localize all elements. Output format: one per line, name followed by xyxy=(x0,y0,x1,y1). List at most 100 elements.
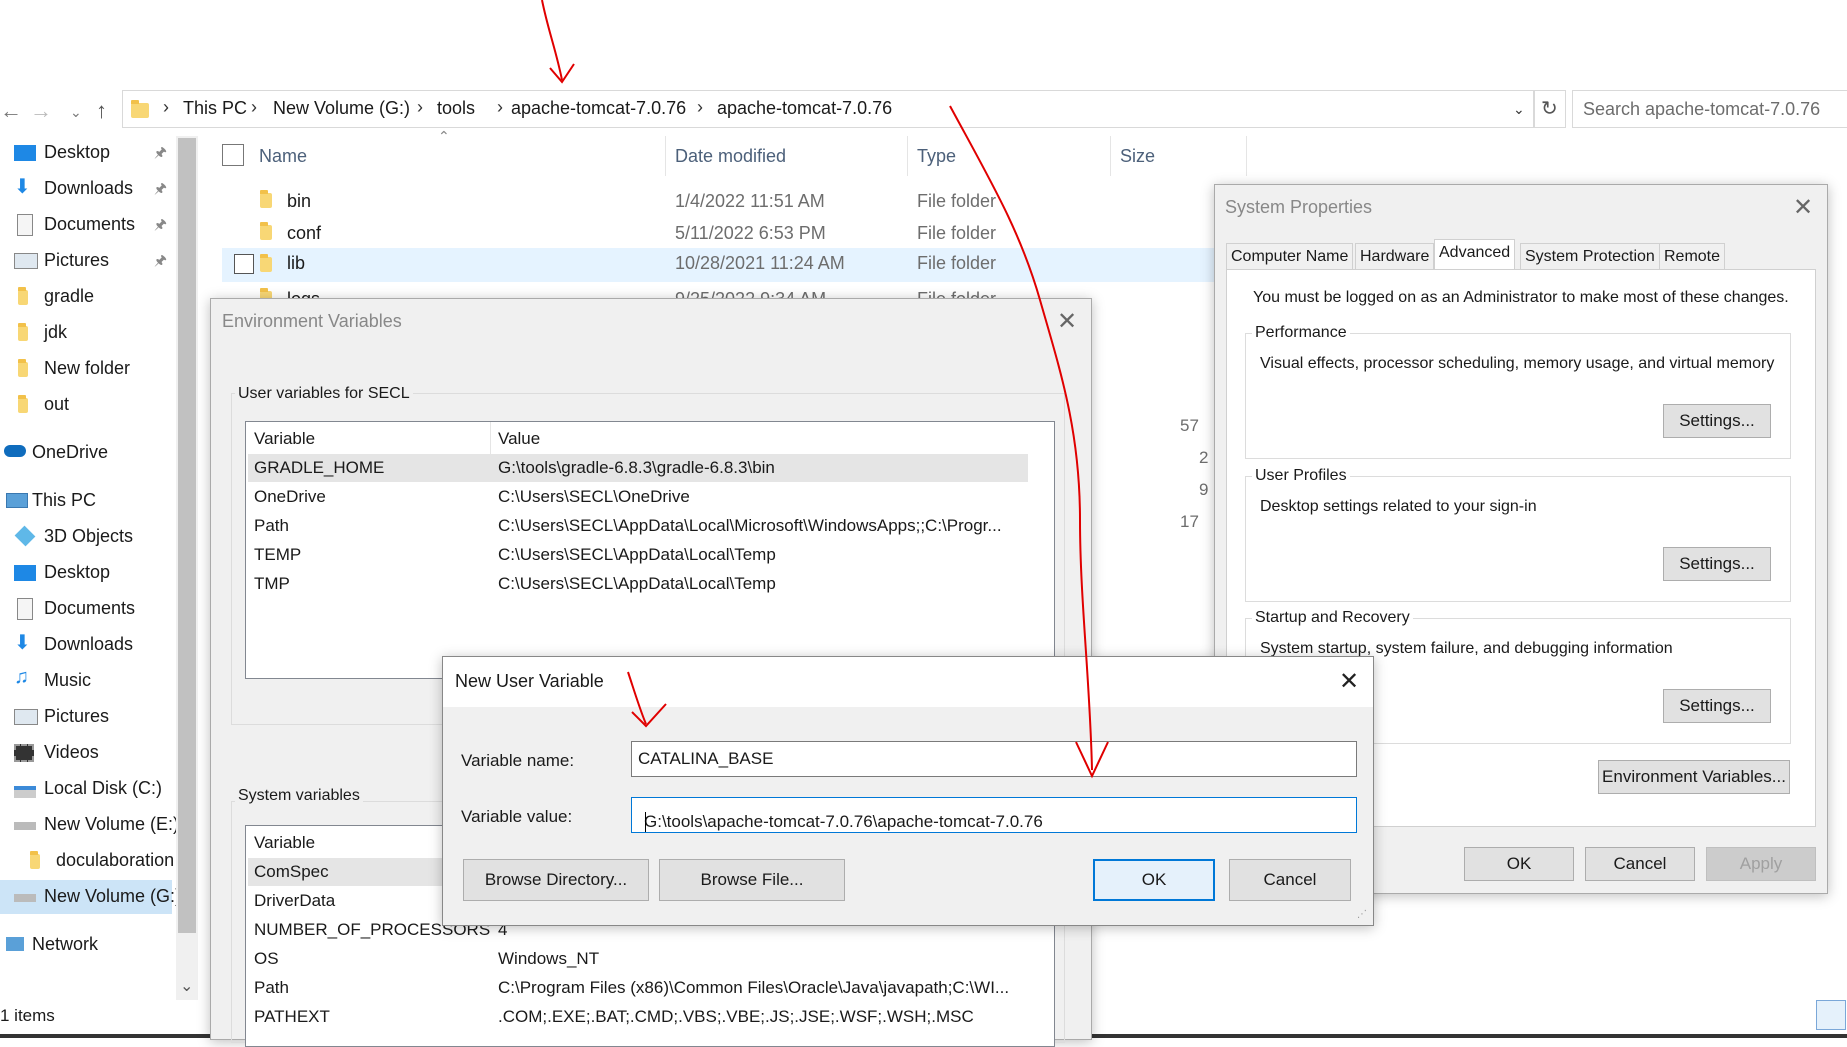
nav-label: This PC xyxy=(32,490,97,510)
nav-item-local-disk-c[interactable]: Local Disk (C:) xyxy=(0,772,172,806)
nav-item-3d-objects[interactable]: 3D Objects xyxy=(0,520,172,554)
nav-item-gradle[interactable]: gradle xyxy=(0,280,172,314)
close-icon[interactable]: ✕ xyxy=(1057,307,1077,336)
chevron-right-icon: › xyxy=(163,97,169,117)
up-arrow-icon[interactable]: ↑ xyxy=(96,98,107,124)
file-type: File folder xyxy=(917,289,996,298)
nav-item-out[interactable]: out xyxy=(0,388,172,422)
column-header-type[interactable]: Type xyxy=(917,146,956,167)
refresh-button[interactable]: ↻ xyxy=(1534,90,1566,128)
column-divider[interactable] xyxy=(665,136,666,176)
nav-item-desktop[interactable]: Desktop xyxy=(0,556,172,590)
header-variable[interactable]: Variable xyxy=(254,833,315,853)
nav-item-network[interactable]: Network xyxy=(0,928,172,962)
arrowhead-breadcrumb xyxy=(549,63,575,84)
nav-label: Music xyxy=(44,670,92,690)
breadcrumb-tomcat-parent[interactable]: apache-tomcat-7.0.76 xyxy=(511,98,686,119)
nav-item-desktop-quick[interactable]: Desktop 🖈 xyxy=(0,136,172,170)
apply-button[interactable]: Apply xyxy=(1706,847,1816,881)
var-name: ComSpec xyxy=(254,862,329,881)
list-row[interactable]: TMP C:\Users\SECL\AppData\Local\Temp xyxy=(248,570,1028,598)
breadcrumb-tools[interactable]: tools xyxy=(437,98,475,119)
nav-item-this-pc[interactable]: This PC xyxy=(0,484,172,518)
file-row[interactable]: bin 1/4/2022 11:51 AM File folder xyxy=(222,186,1222,216)
documents-icon xyxy=(17,598,33,620)
breadcrumb-new-volume-g[interactable]: New Volume (G:) xyxy=(273,98,410,119)
nav-item-pictures[interactable]: Pictures xyxy=(0,700,172,734)
breadcrumb-this-pc[interactable]: This PC xyxy=(183,98,247,119)
list-row[interactable]: Path C:\Users\SECL\AppData\Local\Microso… xyxy=(248,512,1028,540)
column-divider[interactable] xyxy=(907,136,908,176)
list-row[interactable]: OS Windows_NT xyxy=(248,945,1028,973)
nav-item-downloads-quick[interactable]: ⬇ Downloads 🖈 xyxy=(0,172,172,206)
nav-item-pictures-quick[interactable]: Pictures 🖈 xyxy=(0,244,172,278)
cancel-button[interactable]: Cancel xyxy=(1585,847,1695,881)
column-divider[interactable] xyxy=(1246,136,1247,176)
refresh-icon: ↻ xyxy=(1541,98,1558,120)
tab-remote[interactable]: Remote xyxy=(1659,243,1726,270)
nav-item-jdk[interactable]: jdk xyxy=(0,316,172,350)
variable-name-input[interactable]: CATALINA_BASE xyxy=(631,741,1357,777)
nav-item-documents-quick[interactable]: Documents 🖈 xyxy=(0,208,172,242)
list-row[interactable]: TEMP C:\Users\SECL\AppData\Local\Temp xyxy=(248,541,1028,569)
list-row[interactable]: Path C:\Program Files (x86)\Common Files… xyxy=(248,974,1028,1002)
tab-computer-name[interactable]: Computer Name xyxy=(1226,243,1354,270)
column-divider[interactable] xyxy=(1110,136,1111,176)
close-icon[interactable]: ✕ xyxy=(1793,193,1813,222)
ok-button[interactable]: OK xyxy=(1464,847,1574,881)
nav-item-music[interactable]: ♫ Music xyxy=(0,664,172,698)
nav-label: 3D Objects xyxy=(44,526,134,546)
list-row[interactable]: GRADLE_HOME G:\tools\gradle-6.8.3\gradle… xyxy=(248,454,1028,482)
file-row[interactable]: logs 9/25/2022 9:34 AM File folder xyxy=(222,284,1222,298)
column-header-date[interactable]: Date modified xyxy=(675,146,786,167)
select-all-checkbox[interactable] xyxy=(222,144,244,166)
breadcrumb-tomcat-current[interactable]: apache-tomcat-7.0.76 xyxy=(717,98,892,119)
browse-directory-button[interactable]: Browse Directory... xyxy=(463,859,649,901)
header-value[interactable]: Value xyxy=(498,429,540,449)
variable-value-input[interactable]: G:\tools\apache-tomcat-7.0.76\apache-tom… xyxy=(631,797,1357,833)
nav-item-downloads[interactable]: ⬇ Downloads xyxy=(0,628,172,662)
ok-button[interactable]: OK xyxy=(1093,859,1215,901)
nav-item-new-volume-g[interactable]: New Volume (G:) xyxy=(0,880,181,914)
browse-file-button[interactable]: Browse File... xyxy=(659,859,845,901)
nav-item-new-folder[interactable]: New folder xyxy=(0,352,172,386)
nav-item-videos[interactable]: Videos xyxy=(0,736,172,770)
startup-recovery-settings-button[interactable]: Settings... xyxy=(1663,689,1771,723)
column-header-name[interactable]: Name xyxy=(259,146,307,167)
column-header-size[interactable]: Size xyxy=(1120,146,1155,167)
list-row[interactable]: PATHEXT .COM;.EXE;.BAT;.CMD;.VBS;.VBE;.J… xyxy=(248,1003,1028,1031)
resize-grip-icon[interactable]: ⋰ xyxy=(1357,909,1367,920)
folder-icon xyxy=(30,851,40,869)
search-input[interactable]: Search apache-tomcat-7.0.76 xyxy=(1572,90,1847,128)
recent-locations-chevron-icon[interactable]: ⌄ xyxy=(70,104,82,121)
row-checkbox[interactable] xyxy=(234,254,254,274)
environment-variables-button[interactable]: Environment Variables... xyxy=(1598,760,1790,794)
nav-item-new-volume-e[interactable]: New Volume (E:) xyxy=(0,808,179,842)
column-divider[interactable] xyxy=(490,422,491,454)
user-variables-list[interactable]: Variable Value GRADLE_HOME G:\tools\grad… xyxy=(245,421,1055,679)
list-row[interactable]: OneDrive C:\Users\SECL\OneDrive xyxy=(248,483,1028,511)
nav-item-onedrive[interactable]: OneDrive xyxy=(0,436,172,470)
address-bar[interactable]: › This PC › New Volume (G:) › tools › ap… xyxy=(122,90,1534,128)
header-variable[interactable]: Variable xyxy=(254,429,315,449)
details-view-icon[interactable] xyxy=(1816,1000,1846,1030)
file-row[interactable]: conf 5/11/2022 6:53 PM File folder xyxy=(222,218,1222,248)
pictures-icon xyxy=(14,253,38,269)
nav-scrollbar-thumb[interactable] xyxy=(178,138,196,933)
tab-advanced[interactable]: Advanced xyxy=(1434,239,1516,271)
back-arrow-icon[interactable]: ← xyxy=(0,98,22,124)
close-icon[interactable]: ✕ xyxy=(1339,667,1359,696)
chevron-right-icon: › xyxy=(417,97,423,117)
file-row-hovered[interactable]: lib 10/28/2021 11:24 AM File folder xyxy=(222,248,1222,282)
nav-item-documents[interactable]: Documents xyxy=(0,592,172,626)
tab-hardware[interactable]: Hardware xyxy=(1355,243,1435,270)
tab-system-protection[interactable]: System Protection xyxy=(1520,243,1660,270)
variable-value-label: Variable value: xyxy=(461,807,573,826)
cancel-button[interactable]: Cancel xyxy=(1229,859,1351,901)
scroll-down-icon[interactable]: ⌄ xyxy=(180,976,193,996)
forward-arrow-icon[interactable]: → xyxy=(30,98,52,124)
user-profiles-settings-button[interactable]: Settings... xyxy=(1663,547,1771,581)
performance-settings-button[interactable]: Settings... xyxy=(1663,404,1771,438)
nav-item-doculaboration[interactable]: doculaboration xyxy=(0,844,174,878)
address-dropdown-icon[interactable]: ⌄ xyxy=(1513,101,1525,118)
